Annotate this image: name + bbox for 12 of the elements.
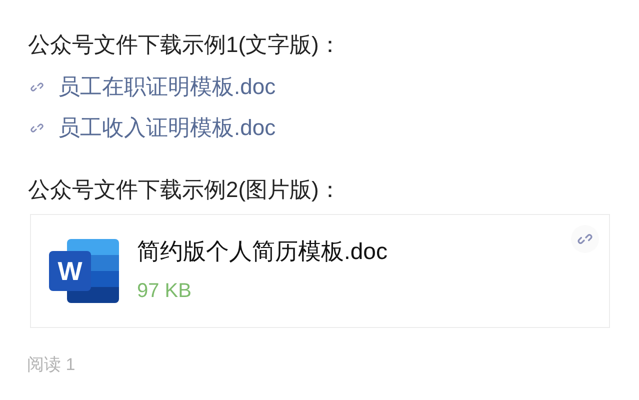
section-heading: 公众号文件下载示例2(图片版)： [28, 176, 342, 204]
link-icon [577, 231, 593, 247]
link-icon [30, 80, 44, 94]
file-link[interactable]: 员工在职证明模板.doc [30, 71, 639, 103]
file-name: 简约版个人简历模板.doc [137, 237, 388, 266]
link-icon [30, 121, 44, 135]
read-count: 阅读 1 [27, 354, 76, 376]
file-card[interactable]: W 简约版个人简历模板.doc 97 KB [30, 214, 610, 328]
file-size: 97 KB [137, 279, 192, 304]
file-link[interactable]: 员工收入证明模板.doc [30, 112, 639, 144]
section-heading: 公众号文件下载示例1(文字版)： [28, 31, 342, 59]
link-badge[interactable] [571, 225, 599, 253]
